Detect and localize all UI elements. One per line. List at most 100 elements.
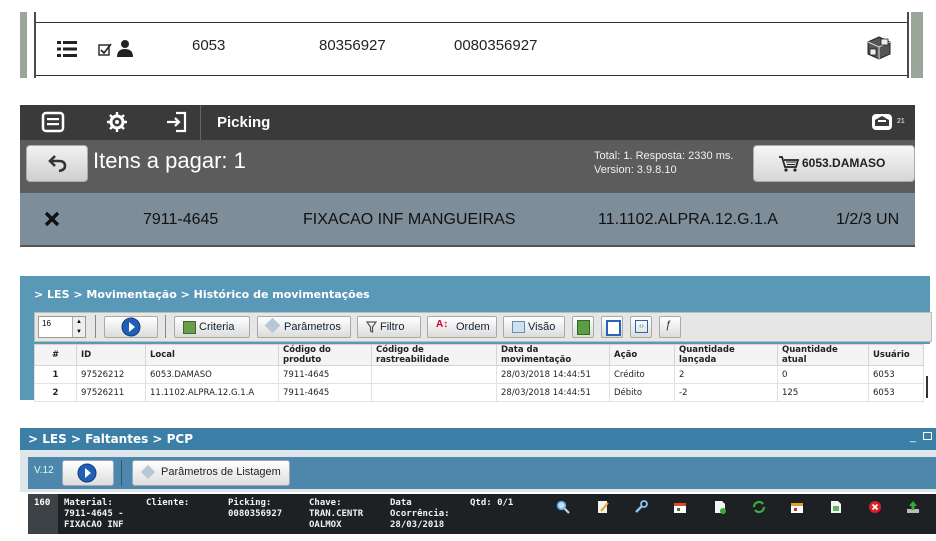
- restore-icon[interactable]: [923, 432, 932, 440]
- code-1: 80356927: [319, 37, 386, 54]
- sort-az-icon: A↕: [436, 319, 449, 330]
- calendar-icon[interactable]: [673, 500, 687, 514]
- upload-icon[interactable]: [906, 500, 920, 514]
- edit-icon[interactable]: [596, 500, 610, 514]
- material-code: 7911-4645 -: [64, 509, 124, 519]
- toolbar-divider: [165, 315, 166, 338]
- movement-id: 97526212: [76, 365, 146, 384]
- parameters-label: Parâmetros: [284, 321, 341, 333]
- view-button[interactable]: Visão: [503, 316, 565, 338]
- table-row[interactable]: 2 97526211 11.1102.ALPRA.12.G.1.A 7911-4…: [34, 383, 924, 402]
- column-header[interactable]: Quantidade lançada: [674, 344, 778, 366]
- picking-top-bar: Picking 21: [20, 105, 915, 140]
- listing-parameters-label: Parâmetros de Listagem: [161, 466, 281, 478]
- occurrence-date: 28/03/2018: [390, 520, 445, 530]
- row-number: 1: [34, 365, 77, 384]
- list-icon[interactable]: [57, 40, 77, 58]
- user-icon[interactable]: [116, 39, 134, 57]
- checkbox-icon[interactable]: [98, 42, 112, 56]
- menu-icon[interactable]: [40, 110, 66, 134]
- order-label: Ordem: [456, 321, 490, 333]
- run-button[interactable]: [62, 460, 114, 486]
- column-header[interactable]: Código do produto: [278, 344, 372, 366]
- notification-icon[interactable]: [869, 110, 895, 134]
- right-edge-line: [926, 376, 928, 398]
- funnel-icon: [366, 321, 377, 333]
- criteria-icon: [183, 321, 196, 334]
- column-header[interactable]: Código de rastreabilidade: [371, 344, 497, 366]
- cart-button[interactable]: 6053.DAMASO: [753, 145, 915, 182]
- user: 6053: [868, 383, 924, 402]
- column-header[interactable]: Data da movimentação: [496, 344, 610, 366]
- gear-icon[interactable]: [104, 110, 130, 134]
- spinner-arrows[interactable]: ▲ ▼: [72, 317, 85, 337]
- column-header[interactable]: ID: [76, 344, 146, 366]
- sheet-icon[interactable]: [829, 500, 843, 514]
- toolbar-divider: [121, 460, 122, 486]
- order-button[interactable]: A↕ Ordem: [427, 316, 497, 338]
- cart-icon: [779, 156, 800, 172]
- key-label: Chave:: [309, 498, 342, 508]
- code-2: 0080356927: [454, 37, 538, 54]
- new-document-icon[interactable]: [713, 500, 727, 514]
- movement-date: 28/03/2018 14:44:51: [496, 383, 610, 402]
- search-icon[interactable]: [556, 500, 570, 514]
- table-row[interactable]: 1 97526212 6053.DAMASO 7911-4645 28/03/2…: [34, 365, 924, 384]
- criteria-button[interactable]: Criteria: [174, 316, 250, 338]
- listing-parameters-button[interactable]: Parâmetros de Listagem: [132, 460, 290, 486]
- export-excel-button[interactable]: [572, 316, 594, 338]
- tag-icon: [264, 317, 281, 334]
- column-header[interactable]: Local: [145, 344, 279, 366]
- parameters-button[interactable]: Parâmetros: [257, 316, 351, 338]
- run-button[interactable]: [104, 316, 158, 338]
- wrench-icon[interactable]: [634, 500, 648, 514]
- page-size-value: 16: [42, 319, 51, 328]
- product-code: 7911-4645: [278, 365, 372, 384]
- version-label: Version: 3.9.8.10: [594, 164, 677, 176]
- items-to-pay-heading: Itens a pagar: 1: [93, 148, 246, 173]
- action: Débito: [609, 383, 675, 402]
- history-table: # ID Local Código do produto Código de r…: [34, 344, 930, 402]
- picking-panel: Picking 21 Itens a pagar: 1 Total: 1. Re…: [20, 105, 915, 247]
- column-header[interactable]: Quantidade atual: [777, 344, 869, 366]
- picking-label: Picking:: [228, 498, 272, 508]
- column-header[interactable]: Usuário: [868, 344, 924, 366]
- save-button[interactable]: [601, 316, 623, 338]
- column-header[interactable]: #: [34, 344, 77, 366]
- missing-items-panel: > LES > Faltantes > PCP _ V.12 Parâmetro…: [20, 428, 936, 540]
- page-size-spinner[interactable]: 16 ▲ ▼: [38, 316, 86, 338]
- trace-code: [371, 365, 497, 384]
- history-toolbar: 16 ▲ ▼ Criteria Parâmetros Filtro A↕ Orde…: [34, 312, 932, 342]
- function-button[interactable]: ƒ: [659, 316, 681, 338]
- occurrence-label: Ocorrência:: [390, 509, 450, 519]
- minimize-icon[interactable]: _: [910, 431, 916, 443]
- code-button[interactable]: ‹›: [630, 316, 652, 338]
- key-value-2: OALMOX: [309, 520, 342, 530]
- date-label: Data: [390, 498, 412, 508]
- play-icon: [121, 317, 141, 337]
- boxes-icon[interactable]: [867, 36, 893, 60]
- delete-icon[interactable]: [868, 500, 882, 514]
- filter-button[interactable]: Filtro: [357, 316, 421, 338]
- left-frame: [20, 12, 27, 78]
- qty-posted: -2: [674, 383, 778, 402]
- client-label: Cliente:: [146, 498, 190, 508]
- movement-history-panel: > LES > Movimentação > Histórico de movi…: [20, 276, 932, 402]
- play-icon: [77, 463, 97, 483]
- calendar-alert-icon[interactable]: [790, 500, 804, 514]
- picking-number: 0080356927: [228, 509, 283, 519]
- column-header[interactable]: Ação: [609, 344, 675, 366]
- missing-item-row[interactable]: 160 Material: 7911-4645 - FIXACAO INF Cl…: [28, 494, 936, 534]
- key-cell: Chave: TRAN.CENTR OALMOX: [309, 498, 363, 531]
- right-frame: [911, 12, 923, 78]
- close-icon[interactable]: [44, 211, 60, 227]
- page-title: Picking: [217, 114, 271, 131]
- login-icon[interactable]: [164, 110, 190, 134]
- window-controls[interactable]: _: [910, 431, 932, 443]
- back-button[interactable]: [26, 145, 88, 182]
- refresh-icon[interactable]: [752, 500, 766, 514]
- qty-current: 0: [777, 365, 869, 384]
- view-label: Visão: [528, 321, 556, 333]
- excel-icon: [577, 320, 590, 335]
- undo-arrow-icon: [48, 155, 67, 173]
